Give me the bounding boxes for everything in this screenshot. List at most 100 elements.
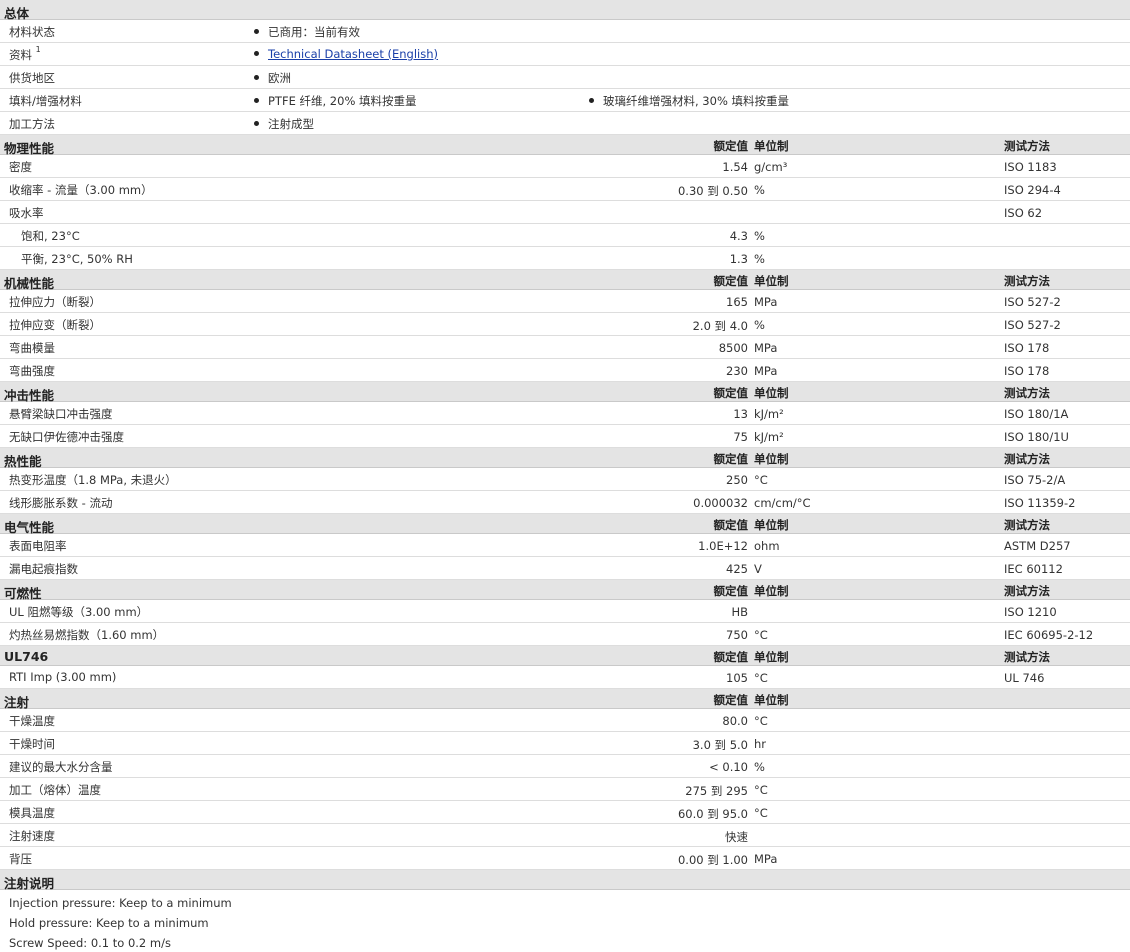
- property-unit: %: [754, 229, 765, 243]
- datasheet: 总体 材料状态 已商用：当前有效 资料 1 Technical Datasheet (…: [0, 0, 1130, 952]
- property-row: 密度 1.54 g/cm³ ISO 1183: [0, 155, 1130, 178]
- property-label: 背压: [9, 852, 32, 866]
- property-label: 吸水率: [9, 206, 44, 220]
- property-label: 表面电阻率: [9, 539, 67, 553]
- note-line: Injection pressure: Keep to a minimum: [0, 892, 1130, 912]
- property-unit: %: [754, 252, 765, 266]
- test-method-column-header: 测试方法: [1004, 452, 1050, 466]
- property-unit: °C: [754, 671, 768, 685]
- footnote-marker: 1: [35, 45, 41, 55]
- property-value: 165: [726, 295, 748, 309]
- general-row-label-text: 材料状态: [9, 25, 55, 39]
- property-label: 悬臂梁缺口冲击强度: [9, 407, 113, 421]
- property-unit: MPa: [754, 852, 778, 866]
- nominal-column-header: 额定值: [713, 650, 749, 664]
- property-row: 拉伸应变（断裂） 2.0 到 4.0% ISO 527-2: [0, 313, 1130, 336]
- property-row: 线形膨胀系数 - 流动 0.000032 cm/cm/°C ISO 11359-2: [0, 491, 1130, 514]
- property-value: 0.00 到 1.00: [677, 853, 748, 867]
- test-method-column-header: 测试方法: [1004, 386, 1050, 400]
- general-row-item-text: 已商用：当前有效: [268, 25, 360, 39]
- property-value: 75: [733, 430, 748, 444]
- note-text: Injection pressure: Keep to a minimum: [9, 896, 232, 910]
- general-row-label-text: 加工方法: [9, 117, 55, 131]
- property-test-method: ISO 178: [1004, 364, 1050, 378]
- note-line: Screw Speed: 0.1 to 0.2 m/s: [0, 932, 1130, 952]
- property-row: 灼热丝易燃指数（1.60 mm） 750 °C IEC 60695-2-12: [0, 623, 1130, 646]
- general-row-item-text: 欧洲: [268, 71, 291, 85]
- property-value: 275 到 295: [685, 784, 748, 798]
- property-row: 平衡, 23°C, 50% RH 1.3%: [0, 247, 1130, 270]
- general-header: 总体: [0, 0, 1130, 21]
- property-test-method: ISO 75-2/A: [1004, 473, 1066, 487]
- property-unit: °C: [754, 783, 768, 797]
- unit-column-header: 单位制: [754, 693, 789, 707]
- property-row: 收缩率 - 流量（3.00 mm） 0.30 到 0.50% ISO 294-4: [0, 178, 1130, 201]
- property-row: 漏电起痕指数 425 V IEC 60112: [0, 557, 1130, 580]
- property-label: 干燥温度: [9, 714, 55, 728]
- property-value: 105: [726, 671, 748, 685]
- property-value: 13: [733, 407, 748, 421]
- property-value: 4.3: [729, 229, 748, 243]
- datasheet-link[interactable]: Technical Datasheet (English): [268, 47, 438, 61]
- property-row: 悬臂梁缺口冲击强度 13 kJ/m² ISO 180/1A: [0, 402, 1130, 425]
- general-row-item: 注射成型: [254, 116, 314, 132]
- bullet-icon: [254, 75, 259, 80]
- property-test-method: ISO 1210: [1004, 605, 1057, 619]
- general-row-label: 加工方法: [9, 116, 55, 132]
- property-value: 1.54: [722, 160, 748, 174]
- property-row: 注射速度 快速: [0, 824, 1130, 847]
- general-row-label: 填料/增强材料: [9, 93, 82, 109]
- property-test-method: ISO 11359-2: [1004, 496, 1076, 510]
- notes-section: 注射说明 Injection pressure: Keep to a minim…: [0, 870, 1130, 952]
- property-unit: °C: [754, 806, 768, 820]
- property-row: 吸水率 ISO 62: [0, 201, 1130, 224]
- property-unit: °C: [754, 473, 768, 487]
- property-section: 电气性能 额定值 单位制 测试方法 表面电阻率 1.0E+12 ohm ASTM D257 漏电…: [0, 514, 1130, 580]
- property-label: 密度: [9, 160, 32, 174]
- property-value: 1.3: [729, 252, 748, 266]
- property-unit: cm/cm/°C: [754, 496, 811, 510]
- property-label: 弯曲强度: [9, 364, 55, 378]
- property-unit: V: [754, 562, 762, 576]
- property-unit: %: [754, 318, 765, 332]
- section-header: 电气性能 额定值 单位制 测试方法: [0, 514, 1130, 535]
- section-header: 热性能 额定值 单位制 测试方法: [0, 448, 1130, 469]
- note-text: Screw Speed: 0.1 to 0.2 m/s: [9, 936, 171, 950]
- property-label: 饱和, 23°C: [21, 229, 80, 243]
- property-label: 模具温度: [9, 806, 55, 820]
- property-unit: hr: [754, 737, 767, 751]
- property-value: 快速: [725, 830, 748, 844]
- nominal-column-header: 额定值: [713, 584, 749, 598]
- property-test-method: ISO 180/1A: [1004, 407, 1069, 421]
- property-section: UL746 额定值 单位制 测试方法 RTI Imp (3.00 mm) 105 °C UL …: [0, 646, 1130, 689]
- property-label: UL 阻燃等级（3.00 mm）: [9, 605, 149, 619]
- general-row-item: Technical Datasheet (English): [254, 47, 438, 61]
- section-header: 机械性能 额定值 单位制 测试方法: [0, 270, 1130, 291]
- property-unit: %: [754, 183, 765, 197]
- notes-header: 注射说明: [0, 870, 1130, 891]
- bullet-icon: [254, 51, 259, 56]
- general-row-item-text: 注射成型: [268, 117, 314, 131]
- property-value: < 0.10: [709, 760, 748, 774]
- property-test-method: ISO 180/1U: [1004, 430, 1069, 444]
- property-section: 物理性能 额定值 单位制 测试方法 密度 1.54 g/cm³ ISO 1183 收缩率 - 流…: [0, 135, 1130, 270]
- property-label: 灼热丝易燃指数（1.60 mm）: [9, 628, 165, 642]
- property-row: 饱和, 23°C 4.3%: [0, 224, 1130, 247]
- property-unit: kJ/m²: [754, 407, 784, 421]
- general-row: 供货地区 欧洲: [0, 66, 1130, 89]
- nominal-column-header: 额定值: [713, 693, 749, 707]
- nominal-column-header: 额定值: [713, 518, 749, 532]
- property-label: 建议的最大水分含量: [9, 760, 113, 774]
- general-section: 总体 材料状态 已商用：当前有效 资料 1 Technical Datasheet (…: [0, 0, 1130, 135]
- property-value: 0.000032: [693, 496, 748, 510]
- general-row: 材料状态 已商用：当前有效: [0, 20, 1130, 43]
- test-method-column-header: 测试方法: [1004, 650, 1050, 664]
- property-label: 平衡, 23°C, 50% RH: [21, 252, 133, 266]
- property-unit: kJ/m²: [754, 430, 784, 444]
- property-test-method: ISO 62: [1004, 206, 1043, 220]
- general-row-label: 供货地区: [9, 70, 55, 86]
- unit-column-header: 单位制: [754, 274, 789, 288]
- property-row: 干燥温度 80.0 °C: [0, 709, 1130, 732]
- property-row: 拉伸应力（断裂） 165 MPa ISO 527-2: [0, 290, 1130, 313]
- property-section: 可燃性 额定值 单位制 测试方法 UL 阻燃等级（3.00 mm） HB ISO 1210 灼…: [0, 580, 1130, 646]
